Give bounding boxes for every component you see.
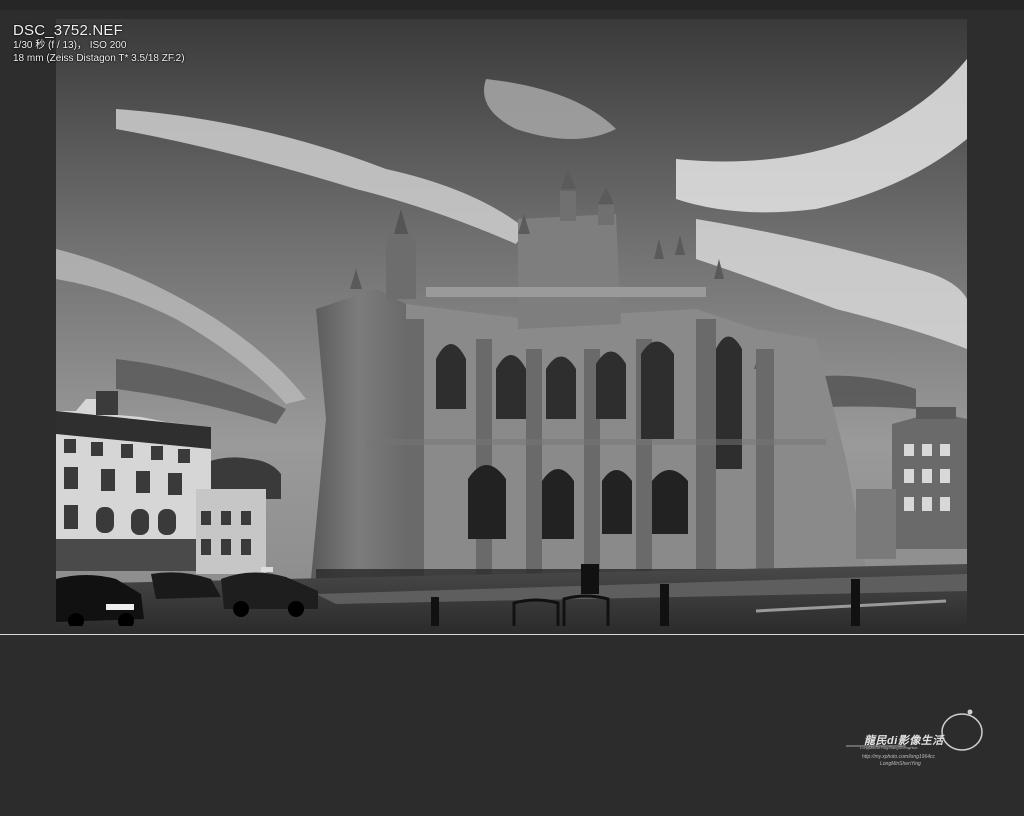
watermark-url: http://my.xphoto.com/long1964cc [862, 754, 936, 760]
photo-lens: 18 mm (Zeiss Distagon T* 3.5/18 ZF.2) [13, 53, 185, 64]
watermark-signature: LongMinShenYing [880, 761, 921, 767]
photo-viewer: DSC_3752.NEF 1/30 秒 (f / 13)， ISO 200 18… [0, 0, 1024, 816]
bath-abbey-photo [56, 19, 967, 626]
watermark: 龍民di影像生活 LongMinDeYingXiangShengHuo http… [846, 706, 992, 770]
photo-filename: DSC_3752.NEF [13, 22, 123, 39]
photo-canvas[interactable] [56, 19, 967, 626]
watermark-subtitle: LongMinDeYingXiangShengHuo [860, 745, 918, 750]
photo-exposure: 1/30 秒 (f / 13)， ISO 200 [13, 40, 127, 51]
top-bar [0, 0, 1024, 10]
photo-info-overlay: DSC_3752.NEF 1/30 秒 (f / 13)， ISO 200 18… [13, 22, 185, 65]
